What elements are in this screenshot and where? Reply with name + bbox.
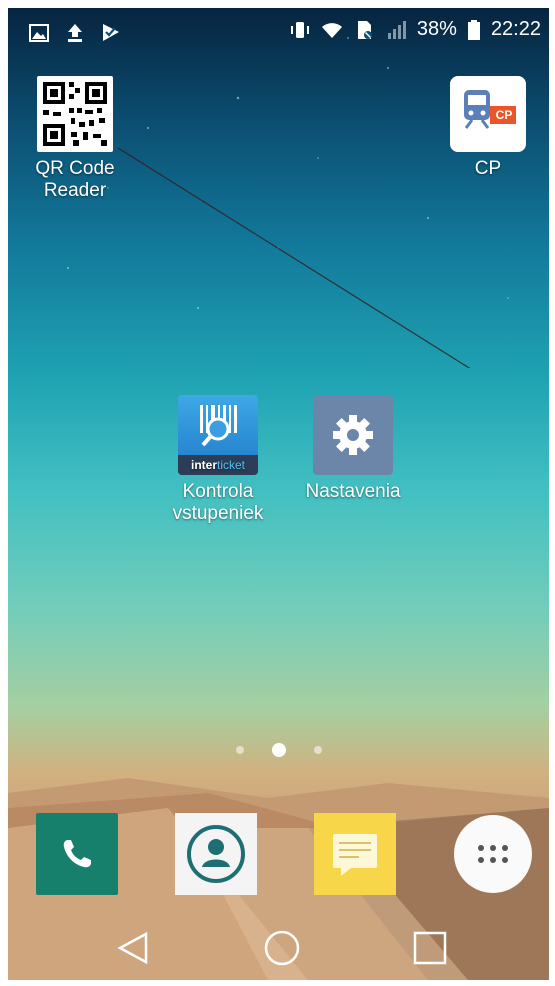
messages-app-button[interactable] (314, 813, 396, 895)
train-icon: CP (450, 76, 526, 152)
page-dot-3[interactable] (313, 746, 322, 754)
no-sim-icon (357, 20, 372, 39)
gear-icon (313, 395, 393, 475)
navigation-bar (8, 918, 549, 980)
interticket-brand-b: ticket (217, 458, 246, 472)
status-bar: 38% 22:22 (8, 8, 549, 58)
app-qr-code-reader[interactable]: QR Code Reader (20, 76, 130, 202)
interticket-brand-a: inter (190, 458, 217, 472)
dock (8, 813, 549, 903)
app-cp[interactable]: CP CP (438, 76, 538, 180)
vibrate-icon (290, 21, 309, 38)
back-icon (117, 931, 148, 965)
app-label: QR Code Reader (35, 158, 115, 201)
battery-percent: 38% (416, 18, 457, 40)
app-drawer-icon (478, 845, 508, 863)
check-flag-icon (103, 24, 119, 41)
back-button[interactable] (112, 926, 156, 970)
image-icon (29, 24, 49, 42)
battery-icon (467, 19, 480, 40)
phone-icon (63, 840, 91, 868)
message-icon (333, 834, 377, 876)
contact-icon (187, 825, 245, 883)
barcode-search-icon: interticket (178, 395, 258, 475)
page-indicator (8, 743, 549, 757)
app-label: CP (474, 158, 502, 179)
home-icon (264, 930, 300, 966)
home-button[interactable] (260, 926, 304, 970)
recent-apps-button[interactable] (408, 926, 452, 970)
wifi-icon (321, 22, 342, 38)
cp-badge: CP (495, 108, 513, 122)
app-label: Nastavenia (305, 481, 401, 502)
contacts-app-button[interactable] (175, 813, 257, 895)
app-label: Kontrola vstupeniek (172, 481, 264, 524)
page-dot-1[interactable] (235, 746, 244, 754)
qr-code-icon (37, 76, 113, 152)
clock: 22:22 (490, 18, 541, 40)
home-screen: 38% 22:22 QR Code Reader CP CP intertick… (8, 8, 549, 980)
page-dot-2-active[interactable] (271, 743, 286, 757)
signal-icon (387, 20, 406, 39)
upload-icon (68, 24, 82, 42)
phone-app-button[interactable] (36, 813, 118, 895)
recent-apps-icon (413, 931, 447, 965)
app-kontrola-vstupeniek[interactable]: interticket Kontrola vstupeniek (158, 395, 278, 525)
app-drawer-button[interactable] (454, 815, 532, 893)
app-nastavenia[interactable]: Nastavenia (291, 395, 415, 503)
